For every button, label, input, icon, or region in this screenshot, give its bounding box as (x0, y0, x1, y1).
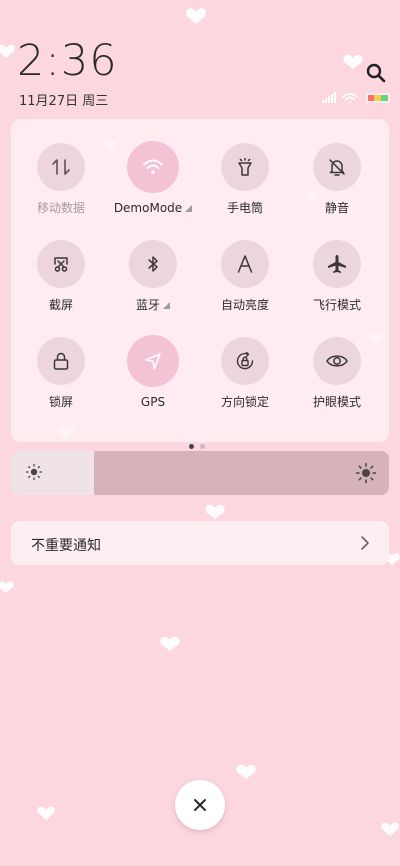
tile-airplane-label: 飞行模式 (312, 298, 361, 312)
wifi-icon (143, 159, 163, 174)
airplane-icon (328, 255, 346, 273)
bell-off-icon (329, 159, 345, 176)
tile-gps-label: GPS (140, 395, 166, 409)
quick-settings-panel: 移动数据 DemoMode 手电筒 静音 截屏 蓝牙 自动亮度 飞行模式 锁屏 … (11, 119, 389, 442)
tile-gps[interactable]: GPS (107, 335, 199, 409)
location-arrow-icon (145, 353, 161, 370)
signal-icon (322, 92, 336, 103)
unimportant-notifications-label: 不重要通知 (31, 538, 101, 554)
tile-airplane-circle[interactable] (313, 240, 361, 288)
tile-mute-circle[interactable] (313, 143, 361, 191)
brightness-high-icon (355, 462, 377, 484)
page-dot-active[interactable] (189, 444, 194, 449)
clock-date: 11月27日 周三 (19, 94, 109, 109)
bluetooth-icon (148, 256, 158, 272)
tile-wifi[interactable]: DemoMode (107, 141, 199, 215)
tile-rotation-lock[interactable]: 方向锁定 (199, 337, 291, 409)
tile-wifi-label: DemoMode (107, 201, 199, 215)
tile-mobile-data[interactable]: 移动数据 (15, 143, 107, 215)
tile-bluetooth-label-text: 蓝牙 (135, 298, 160, 312)
tile-eye-care[interactable]: 护眼模式 (291, 337, 383, 409)
tile-wifi-circle[interactable] (127, 141, 179, 193)
tile-screenshot-label: 截屏 (48, 298, 73, 312)
chevron-right-icon (361, 536, 369, 550)
brightness-fill (11, 451, 95, 495)
expand-triangle-icon (163, 302, 170, 309)
search-icon[interactable] (366, 63, 386, 83)
mobile-data-icon (52, 159, 70, 175)
page-dot[interactable] (200, 444, 205, 449)
tile-flashlight-label: 手电筒 (226, 201, 263, 215)
battery-icon (366, 93, 390, 103)
tile-bluetooth-label: 蓝牙 (107, 298, 199, 312)
tile-wifi-label-text: DemoMode (113, 201, 183, 215)
tile-flashlight-circle[interactable] (221, 143, 269, 191)
brightness-slider[interactable] (11, 451, 389, 495)
tile-eye-care-circle[interactable] (313, 337, 361, 385)
tile-mute[interactable]: 静音 (291, 143, 383, 215)
tile-rotation-lock-circle[interactable] (221, 337, 269, 385)
close-button[interactable] (175, 780, 225, 830)
brightness-low-icon (25, 463, 43, 481)
tile-bluetooth-circle[interactable] (129, 240, 177, 288)
rotation-lock-icon (236, 351, 254, 370)
tile-bluetooth[interactable]: 蓝牙 (107, 240, 199, 312)
screenshot-icon (54, 257, 68, 272)
auto-brightness-icon (237, 255, 253, 273)
tile-eye-care-label: 护眼模式 (312, 395, 361, 409)
tile-mobile-data-circle[interactable] (37, 143, 85, 191)
status-icons (322, 92, 390, 103)
tile-lock-screen[interactable]: 锁屏 (15, 337, 107, 409)
tile-auto-brightness-circle[interactable] (221, 240, 269, 288)
tile-auto-brightness[interactable]: 自动亮度 (199, 240, 291, 312)
tile-mobile-data-label: 移动数据 (36, 201, 85, 215)
clock-time: 2:36 (17, 36, 118, 86)
tile-rotation-lock-label: 方向锁定 (220, 395, 269, 409)
eye-icon (326, 355, 348, 367)
expand-triangle-icon (185, 205, 193, 212)
tile-lock-screen-circle[interactable] (37, 337, 85, 385)
wifi-icon (342, 93, 358, 103)
unimportant-notifications-bar[interactable]: 不重要通知 (11, 521, 389, 565)
tile-auto-brightness-label: 自动亮度 (220, 298, 269, 312)
tile-mute-label: 静音 (324, 201, 349, 215)
close-icon (194, 799, 206, 811)
flashlight-icon (238, 158, 252, 176)
tile-screenshot[interactable]: 截屏 (15, 240, 107, 312)
tile-airplane[interactable]: 飞行模式 (291, 240, 383, 312)
tile-lock-screen-label: 锁屏 (48, 395, 73, 409)
tile-gps-circle[interactable] (127, 335, 179, 387)
tile-screenshot-circle[interactable] (37, 240, 85, 288)
lock-icon (53, 352, 69, 370)
tile-flashlight[interactable]: 手电筒 (199, 143, 291, 215)
